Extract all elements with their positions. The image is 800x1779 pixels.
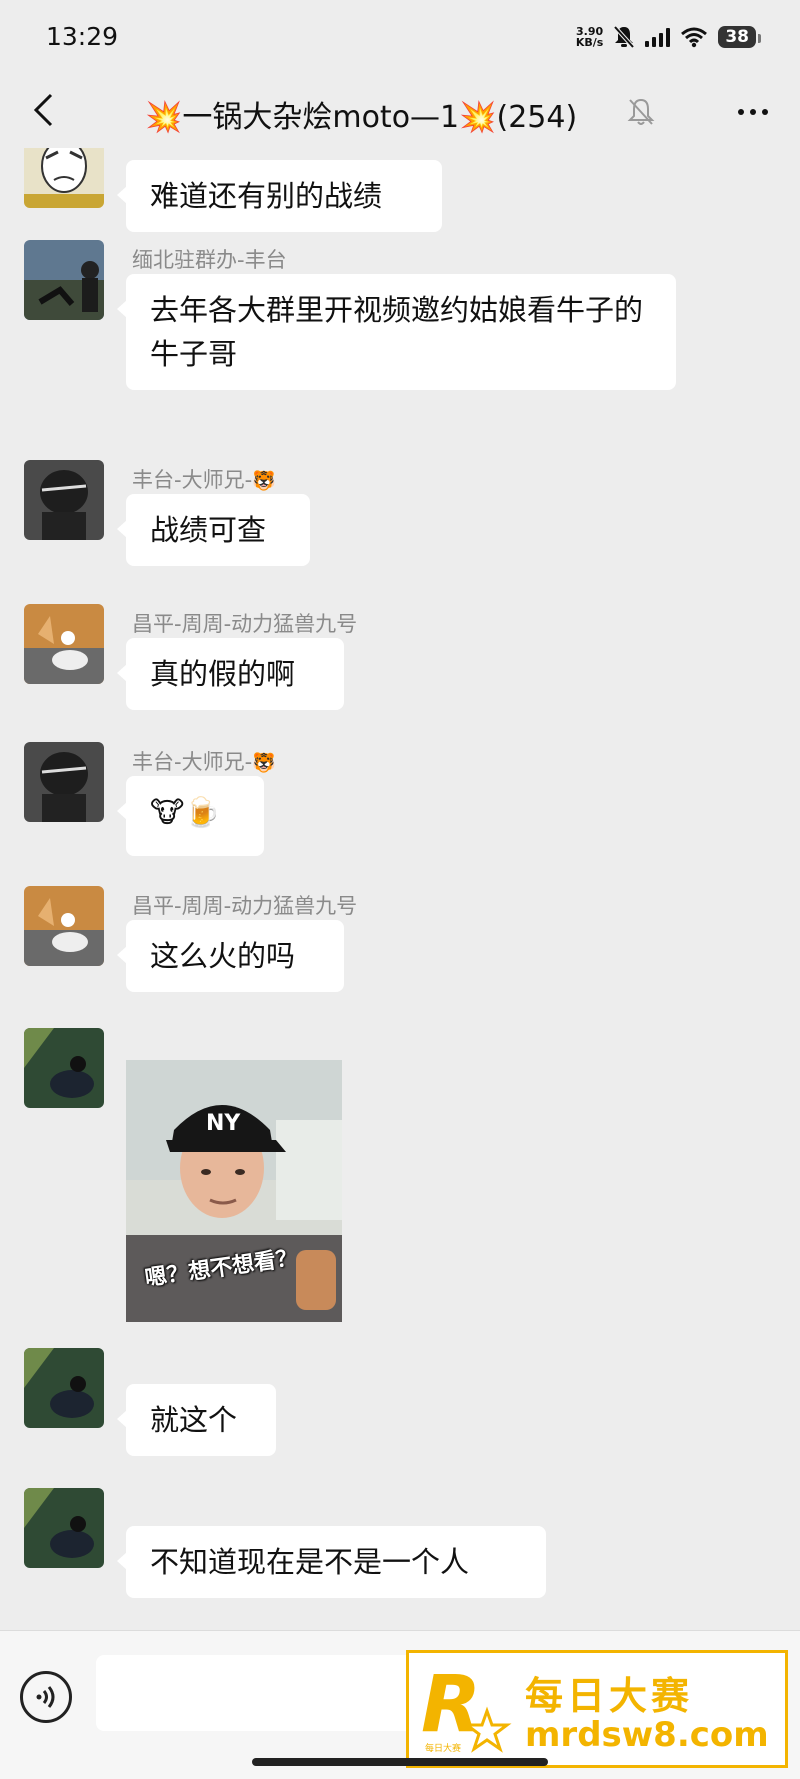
- watermark-logo: R 每日大赛: [421, 1660, 512, 1754]
- svg-text:每日大赛: 每日大赛: [425, 1742, 461, 1754]
- avatar[interactable]: [24, 240, 104, 320]
- signal-icon: [645, 27, 671, 47]
- back-button[interactable]: [22, 88, 66, 132]
- message-bubble[interactable]: 不知道现在是不是一个人: [117, 1526, 546, 1598]
- sender-name: 丰台-大师兄-🐯: [132, 750, 276, 774]
- avatar[interactable]: [24, 886, 104, 966]
- title-bar: 💥一锅大杂烩moto—1💥(254): [0, 74, 800, 148]
- avatar[interactable]: [24, 742, 104, 822]
- watermark: R 每日大赛 每日大赛 mrdsw8.com: [406, 1650, 788, 1768]
- sender-name: 缅北驻群办-丰台: [132, 248, 287, 272]
- message-bubble[interactable]: 🐮🍺: [117, 776, 264, 856]
- image-message[interactable]: NY 嗯？想不想看？: [126, 1060, 342, 1322]
- avatar[interactable]: [24, 148, 104, 208]
- bell-off-icon: [627, 98, 655, 125]
- more-options-button[interactable]: [728, 92, 778, 132]
- message-bubble[interactable]: 就这个: [117, 1384, 276, 1456]
- chat-title: 💥一锅大杂烩moto—1💥(254): [145, 100, 578, 135]
- message-list[interactable]: 难道还有别的战绩 缅北驻群办-丰台 去年各大群里开视频邀约姑娘看牛子的牛子哥 丰…: [0, 148, 800, 1630]
- status-bar: 13:29 3.90 KB/s 38: [0, 0, 800, 74]
- avatar[interactable]: [24, 604, 104, 684]
- voice-button[interactable]: [20, 1671, 72, 1723]
- message-bubble[interactable]: 真的假的啊: [117, 638, 344, 710]
- cow-beer-emoji-icon: 🐮🍺: [150, 795, 221, 829]
- sender-name: 昌平-周周-动力猛兽九号: [132, 612, 358, 636]
- tiger-emoji-icon: 🐯: [252, 752, 276, 774]
- status-time: 13:29: [46, 22, 119, 51]
- status-icons: 3.90 KB/s 38: [575, 22, 761, 52]
- watermark-name: 每日大赛: [525, 1674, 694, 1718]
- chevron-left-icon: [33, 93, 53, 127]
- avatar[interactable]: [24, 1028, 104, 1108]
- network-speed: 3.90 KB/s: [575, 25, 604, 49]
- avatar[interactable]: [24, 1488, 104, 1568]
- sender-name: 昌平-周周-动力猛兽九号: [132, 894, 358, 918]
- message-bubble[interactable]: 难道还有别的战绩: [117, 160, 442, 232]
- svg-text:R: R: [421, 1660, 481, 1750]
- home-indicator[interactable]: [252, 1758, 548, 1766]
- message-bubble[interactable]: 去年各大群里开视频邀约姑娘看牛子的牛子哥: [117, 274, 676, 390]
- svg-text:NY: NY: [206, 1111, 241, 1136]
- avatar[interactable]: [24, 1348, 104, 1428]
- voice-icon: [36, 1686, 55, 1708]
- tiger-emoji-icon: 🐯: [252, 470, 276, 492]
- message-bubble[interactable]: 这么火的吗: [117, 920, 344, 992]
- avatar[interactable]: [24, 460, 104, 540]
- bell-off-icon: [613, 25, 635, 49]
- message-bubble[interactable]: 战绩可查: [117, 494, 310, 566]
- battery-indicator: 38: [718, 26, 761, 48]
- wifi-icon: [681, 27, 708, 48]
- more-dots-icon: [738, 109, 744, 115]
- watermark-url: mrdsw8.com: [525, 1715, 769, 1755]
- sender-name: 丰台-大师兄-🐯: [132, 468, 276, 492]
